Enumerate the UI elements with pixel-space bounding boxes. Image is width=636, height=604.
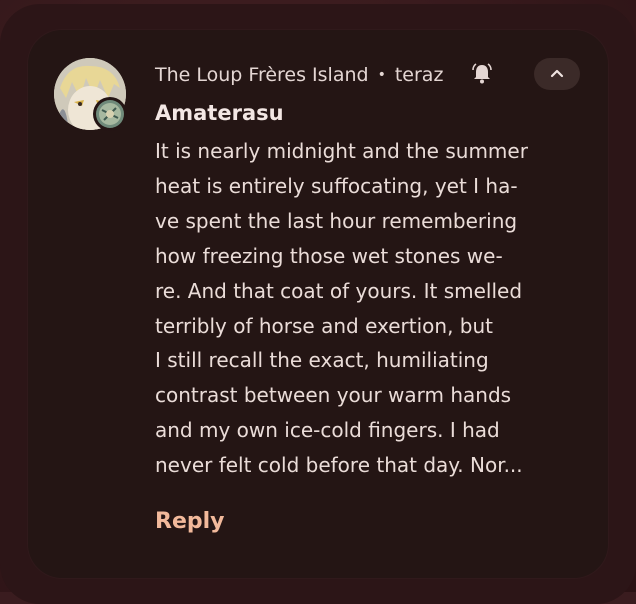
message-line: never felt cold before that day. Nor... bbox=[155, 453, 523, 478]
message-line: and my own ice-cold fingers. I had bbox=[155, 418, 500, 443]
message-line: heat is entirely suffocating, yet I ha- bbox=[155, 173, 518, 198]
bell-alert-icon bbox=[470, 62, 494, 86]
reply-button[interactable]: Reply bbox=[155, 509, 225, 534]
message-line: how freezing those wet stones we- bbox=[155, 243, 503, 268]
group-avatar-image bbox=[96, 100, 124, 128]
app-badge-icon bbox=[93, 97, 127, 131]
message-line: re. And that coat of yours. It smelled bbox=[155, 278, 523, 303]
message-line: It is nearly midnight and the summer bbox=[155, 139, 528, 163]
header-separator: • bbox=[377, 67, 386, 83]
message-line: ve spent the last hour remembering bbox=[155, 208, 518, 233]
message-line: contrast between your warm hands bbox=[155, 383, 512, 408]
app-name: The Loup Frères Island bbox=[155, 64, 369, 86]
sender-name: Amaterasu bbox=[155, 101, 284, 125]
notification-time: teraz bbox=[394, 64, 444, 86]
collapse-button[interactable] bbox=[534, 58, 580, 90]
chevron-up-icon bbox=[550, 69, 564, 78]
notification-header: The Loup Frères Island • teraz bbox=[155, 60, 443, 90]
message-line: terribly of horse and exertion, but bbox=[155, 313, 494, 338]
message-line: I still recall the exact, humiliating bbox=[155, 348, 489, 373]
message-text: It is nearly midnight and the summer hea… bbox=[155, 134, 595, 483]
